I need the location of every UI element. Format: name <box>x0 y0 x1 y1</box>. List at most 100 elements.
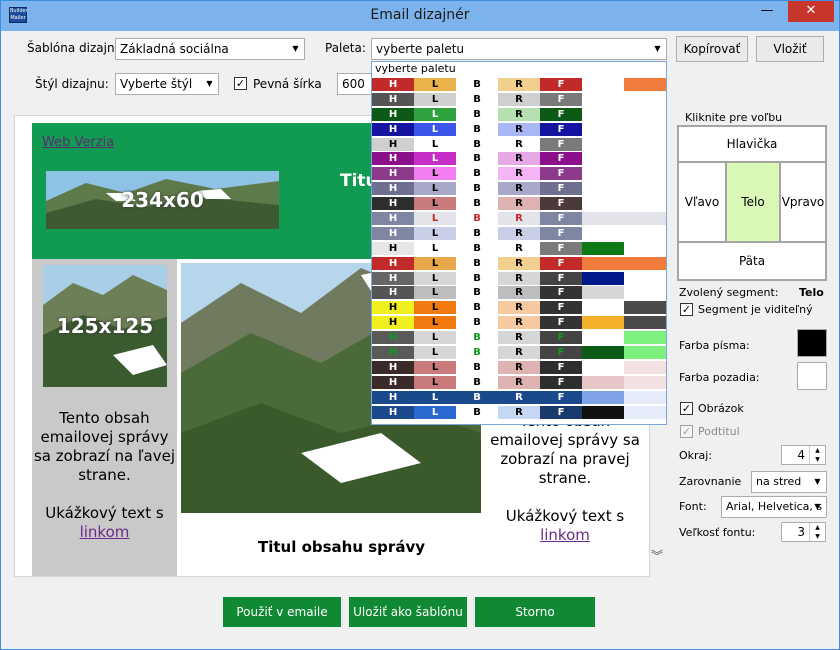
window-title: Email dizajnér <box>370 7 470 23</box>
palette-swatch-b: B <box>456 167 498 181</box>
left-image: 125x125 <box>43 265 167 387</box>
palette-swatch-extra <box>624 122 666 136</box>
palette-option[interactable]: HLBRF <box>372 181 666 196</box>
palette-swatch-h: H <box>372 271 414 285</box>
chevron-down-icon: ▼ <box>814 502 821 511</box>
palette-swatch-b: B <box>456 286 498 300</box>
palette-option[interactable]: HLBRF <box>372 226 666 241</box>
palette-swatch-h: H <box>372 78 414 91</box>
palette-swatch-l: L <box>414 256 456 270</box>
left-link[interactable]: linkom <box>80 523 130 541</box>
segment-footer[interactable]: Päta <box>678 242 826 280</box>
template-select[interactable]: Základná sociálna ▼ <box>115 38 305 60</box>
copy-button[interactable]: Kopírovať <box>676 36 748 62</box>
palette-swatch-extra <box>582 360 624 374</box>
palette-swatch-f: F <box>540 286 582 300</box>
palette-option[interactable]: HLBRF <box>372 360 666 375</box>
image-label: Obrázok <box>698 402 744 415</box>
web-version-link[interactable]: Web Verzia <box>42 135 114 150</box>
right-link[interactable]: linkom <box>540 526 590 544</box>
subtitle-checkbox[interactable]: ✓ <box>680 425 693 438</box>
palette-option[interactable]: HLBRF <box>372 107 666 122</box>
palette-swatch-f: F <box>540 122 582 136</box>
palette-option[interactable]: HLBRF <box>372 300 666 315</box>
palette-option[interactable]: HLBRF <box>372 345 666 360</box>
palette-option[interactable]: HLBRF <box>372 256 666 271</box>
palette-option[interactable]: HLBRF <box>372 166 666 181</box>
palette-option[interactable]: HLBRF <box>372 241 666 256</box>
save-as-template-button[interactable]: Uložiť ako šablónu <box>349 597 467 627</box>
palette-swatch-h: H <box>372 316 414 330</box>
preview-left-segment[interactable]: 125x125 Tento obsah emailovej správy sa … <box>32 259 177 576</box>
segment-body[interactable]: Telo <box>726 162 780 242</box>
palette-swatch-extra <box>624 316 666 330</box>
palette-option[interactable]: HLBRF <box>372 330 666 345</box>
palette-swatch-r: R <box>498 107 540 121</box>
palette-option[interactable]: HLBRF <box>372 375 666 390</box>
font-select[interactable]: Arial, Helvetica, s ▼ <box>721 496 827 518</box>
fixed-width-checkbox[interactable]: ✓ <box>234 77 247 90</box>
palette-dropdown-list[interactable]: vyberte paletu HLBRFHLBRFHLBRFHLBRFHLBRF… <box>371 61 667 425</box>
palette-swatch-extra <box>624 360 666 374</box>
banner-image-label: 234x60 <box>121 188 204 212</box>
palette-option[interactable]: HLBRF <box>372 77 666 92</box>
palette-swatch-extra <box>582 92 624 106</box>
segment-right[interactable]: Vpravo <box>780 162 826 242</box>
palette-swatch-b: B <box>456 197 498 211</box>
palette-swatch-extra <box>624 331 666 345</box>
style-select[interactable]: Vyberte štýl ▼ <box>115 73 219 95</box>
palette-select[interactable]: vyberte paletu ▼ <box>371 38 667 60</box>
banner-image: 234x60 <box>46 171 279 229</box>
segment-header[interactable]: Hlavička <box>678 126 826 162</box>
palette-swatch-l: L <box>414 390 456 404</box>
align-select[interactable]: na stred ▼ <box>751 471 827 493</box>
palette-option[interactable]: HLBRF <box>372 211 666 226</box>
palette-option[interactable]: HLBRF <box>372 271 666 286</box>
palette-swatch-r: R <box>498 286 540 300</box>
segment-left[interactable]: Vľavo <box>678 162 726 242</box>
bg-color-swatch[interactable] <box>797 362 827 390</box>
palette-swatch-extra <box>582 271 624 285</box>
paste-button[interactable]: Vložiť <box>756 36 824 62</box>
palette-swatch-b: B <box>456 137 498 151</box>
cancel-button[interactable]: Storno <box>475 597 595 627</box>
minimize-button[interactable]: — <box>753 1 781 22</box>
palette-swatch-b: B <box>456 375 498 389</box>
palette-swatch-b: B <box>456 92 498 106</box>
palette-option[interactable]: HLBRF <box>372 315 666 330</box>
palette-swatch-l: L <box>414 182 456 196</box>
palette-swatch-h: H <box>372 107 414 121</box>
segment-visible-checkbox[interactable]: ✓ <box>680 303 693 316</box>
palette-option[interactable]: HLBRF <box>372 122 666 137</box>
palette-swatch-l: L <box>414 316 456 330</box>
palette-swatch-r: R <box>498 182 540 196</box>
palette-option[interactable]: HLBRF <box>372 151 666 166</box>
palette-swatch-f: F <box>540 197 582 211</box>
palette-option[interactable]: HLBRF <box>372 405 666 420</box>
spinner-arrows-icon[interactable]: ▲ ▼ <box>809 446 825 464</box>
palette-dropdown-header[interactable]: vyberte paletu <box>372 62 666 77</box>
palette-option[interactable]: HLBRF <box>372 196 666 211</box>
palette-swatch-extra <box>582 226 624 240</box>
palette-swatch-extra <box>582 346 624 360</box>
close-button[interactable]: ✕ <box>788 1 834 22</box>
palette-swatch-r: R <box>498 331 540 345</box>
palette-option[interactable]: HLBRF <box>372 390 666 405</box>
font-label: Font: <box>679 500 707 513</box>
image-checkbox[interactable]: ✓ <box>680 402 693 415</box>
margin-stepper[interactable]: 4 ▲ ▼ <box>781 445 826 465</box>
scroll-down-icon[interactable]: ︾ <box>651 547 663 564</box>
spinner-arrows-icon[interactable]: ▲ ▼ <box>809 523 825 541</box>
margin-label: Okraj: <box>679 449 713 462</box>
palette-swatch-l: L <box>414 92 456 106</box>
palette-option[interactable]: HLBRF <box>372 285 666 300</box>
palette-option[interactable]: HLBRF <box>372 92 666 107</box>
font-size-stepper[interactable]: 3 ▲ ▼ <box>781 522 826 542</box>
apply-in-email-button[interactable]: Použiť v emaile <box>223 597 341 627</box>
left-text: Tento obsah emailovej správy sa zobrazí … <box>32 409 177 542</box>
font-color-swatch[interactable] <box>797 329 827 357</box>
palette-swatch-h: H <box>372 405 414 419</box>
palette-option[interactable]: HLBRF <box>372 137 666 152</box>
chevron-down-icon: ▼ <box>292 44 299 53</box>
palette-swatch-l: L <box>414 78 456 91</box>
